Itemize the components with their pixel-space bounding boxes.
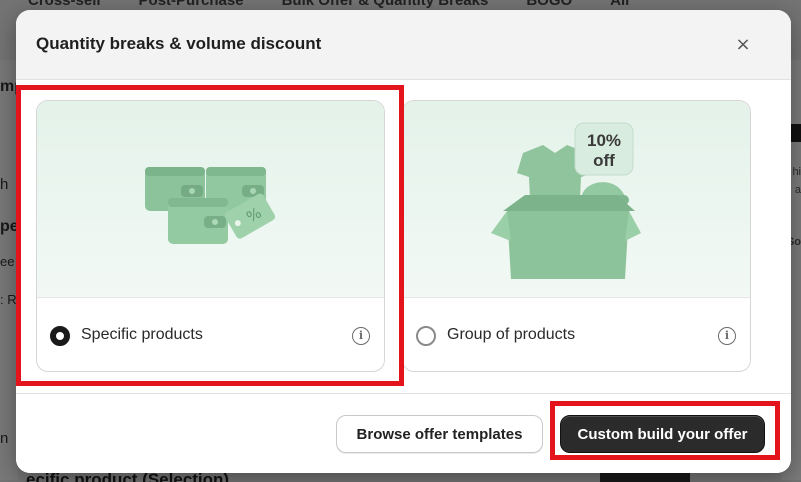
browse-offer-templates-button[interactable]: Browse offer templates: [336, 415, 543, 453]
box-clothes-illustration: 10% off: [403, 101, 750, 297]
modal-title: Quantity breaks & volume discount: [36, 34, 322, 53]
card-footer: Group of products i: [403, 297, 750, 371]
discount-badge-line1: 10%: [587, 131, 621, 150]
option-card-group-of-products[interactable]: 10% off Group of products i: [402, 100, 751, 372]
modal-body: % Specific products i 10% off Group of p…: [16, 81, 791, 393]
info-icon[interactable]: i: [718, 327, 736, 345]
modal-header: Quantity breaks & volume discount ×: [16, 10, 791, 80]
wallet-tag-icon: %: [145, 167, 276, 244]
option-label: Group of products: [447, 326, 576, 343]
custom-build-offer-button[interactable]: Custom build your offer: [560, 415, 765, 453]
info-icon[interactable]: i: [352, 327, 370, 345]
close-button[interactable]: ×: [730, 32, 756, 58]
box-clothes-icon: 10% off: [491, 122, 641, 279]
radio-button-unselected[interactable]: [416, 326, 436, 346]
option-card-specific-products[interactable]: % Specific products i: [36, 100, 385, 372]
radio-button-selected[interactable]: [50, 326, 70, 346]
wallets-illustration: %: [37, 101, 384, 297]
quantity-breaks-modal: Quantity breaks & volume discount × % Sp…: [16, 10, 791, 473]
card-footer: Specific products i: [37, 297, 384, 371]
option-label: Specific products: [81, 326, 203, 343]
modal-footer: Browse offer templates Custom build your…: [16, 393, 791, 473]
discount-badge-line2: off: [593, 151, 615, 170]
